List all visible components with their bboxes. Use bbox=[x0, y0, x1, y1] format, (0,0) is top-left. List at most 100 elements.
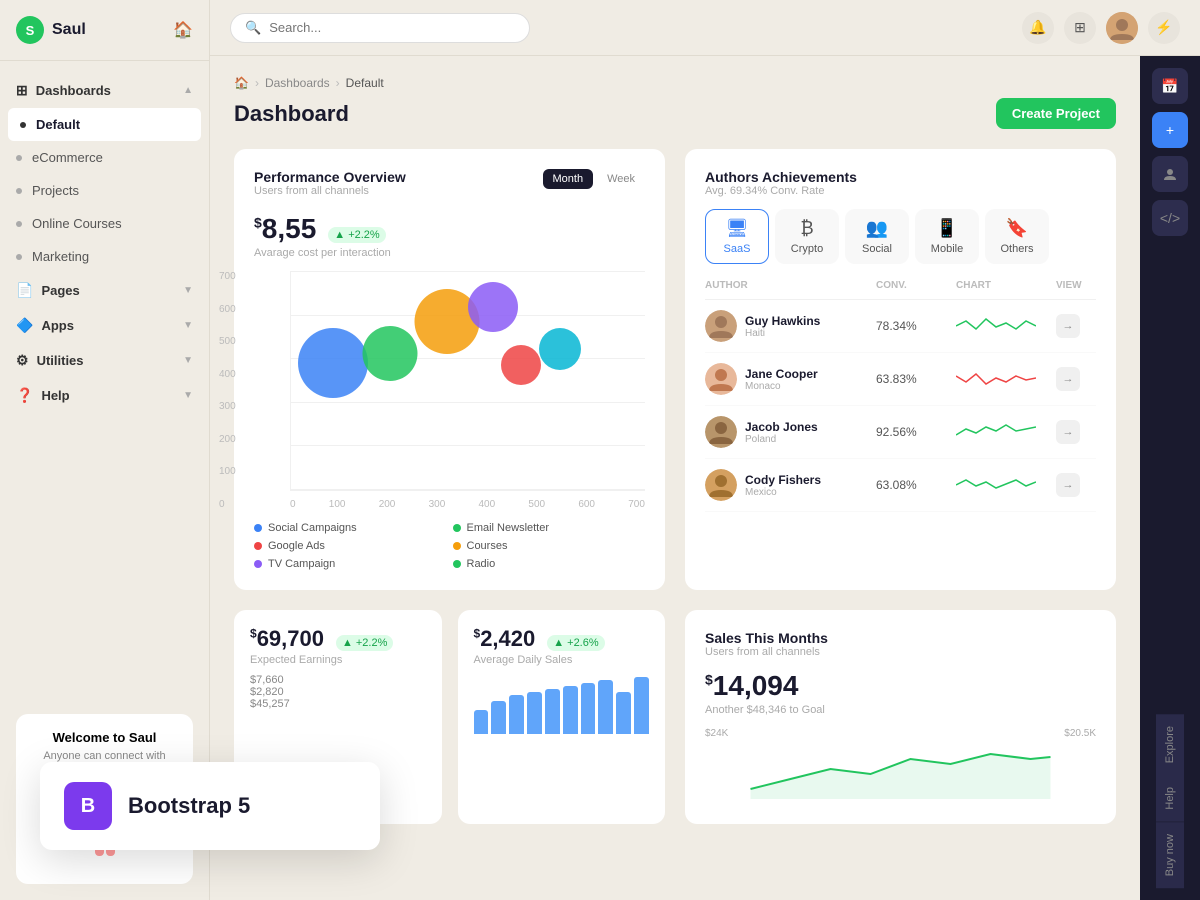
apps-chevron: ▼ bbox=[183, 320, 193, 331]
legend-courses: Courses bbox=[453, 540, 646, 552]
cat-tab-saas[interactable]: 🖥 SaaS bbox=[705, 209, 769, 264]
bootstrap-text: Bootstrap 5 bbox=[128, 793, 250, 819]
grid-icon[interactable]: ⊞ bbox=[1064, 12, 1096, 44]
help-icon: ❓ bbox=[16, 387, 33, 404]
table-header: AUTHOR CONV. CHART VIEW bbox=[705, 280, 1096, 300]
bubble-chart bbox=[290, 271, 645, 491]
sales-symbol: $ bbox=[705, 672, 713, 688]
calendar-btn[interactable]: 📅 bbox=[1152, 68, 1188, 104]
view-btn-cody[interactable]: → bbox=[1056, 473, 1080, 497]
search-input[interactable] bbox=[269, 20, 515, 35]
utilities-label: Utilities bbox=[37, 353, 184, 368]
add-btn[interactable]: + bbox=[1152, 112, 1188, 148]
sidebar-item-ecommerce[interactable]: eCommerce bbox=[0, 141, 209, 174]
topbar: 🔍 🔔 ⊞ ⚡ bbox=[210, 0, 1200, 56]
author-details-jane: Jane Cooper Monaco bbox=[745, 367, 818, 392]
cat-tab-others[interactable]: 🔖 Others bbox=[985, 209, 1049, 264]
dot-online-courses bbox=[16, 221, 22, 227]
legend-social: Social Campaigns bbox=[254, 522, 447, 534]
bubble-email bbox=[363, 326, 418, 381]
legend-google: Google Ads bbox=[254, 540, 447, 552]
bar-4 bbox=[527, 692, 542, 734]
sidebar-item-default[interactable]: Default bbox=[8, 108, 201, 141]
breadcrumb-section[interactable]: Dashboards bbox=[265, 76, 330, 90]
performance-card: Performance Overview Users from all chan… bbox=[234, 149, 665, 590]
authors-subtitle: Avg. 69.34% Conv. Rate bbox=[705, 185, 1096, 197]
sidebar-item-projects[interactable]: Projects bbox=[0, 174, 209, 207]
view-btn-jacob[interactable]: → bbox=[1056, 420, 1080, 444]
side-labels: Explore Help Buy now bbox=[1156, 714, 1184, 888]
crypto-icon: ₿ bbox=[800, 218, 813, 239]
avatar[interactable] bbox=[1106, 12, 1138, 44]
breadcrumb: 🏠 › Dashboards › Default bbox=[234, 76, 1116, 90]
settings-icon[interactable]: ⚡ bbox=[1148, 12, 1180, 44]
logo: S Saul 🏠 bbox=[0, 0, 209, 61]
sidebar-item-help[interactable]: ❓ Help ▼ bbox=[0, 378, 209, 413]
breadcrumb-home[interactable]: 🏠 bbox=[234, 76, 249, 90]
buy-now-label[interactable]: Buy now bbox=[1156, 822, 1184, 888]
create-project-button[interactable]: Create Project bbox=[996, 98, 1116, 129]
period-week-tab[interactable]: Week bbox=[597, 169, 645, 189]
cat-tab-crypto[interactable]: ₿ Crypto bbox=[775, 209, 839, 264]
app-name: Saul bbox=[52, 21, 86, 39]
crypto-label: Crypto bbox=[791, 243, 823, 255]
bar-8 bbox=[598, 680, 613, 734]
daily-sales-card: $2,420 ▲ +2.6% Average Daily Sales bbox=[458, 610, 666, 824]
earnings-badge-value: +2.2% bbox=[356, 637, 388, 649]
logo-back-icon[interactable]: 🏠 bbox=[173, 20, 193, 40]
conv-guy: 78.34% bbox=[876, 319, 956, 333]
legend-label-tv: TV Campaign bbox=[268, 558, 335, 570]
avatar-jacob bbox=[705, 416, 737, 448]
author-location-jane: Monaco bbox=[745, 381, 818, 392]
sales-goal: Another $48,346 to Goal bbox=[705, 704, 1096, 716]
dot-projects bbox=[16, 188, 22, 194]
notification-icon[interactable]: 🔔 bbox=[1022, 12, 1054, 44]
sidebar-item-apps[interactable]: 🔷 Apps ▼ bbox=[0, 308, 209, 343]
code-btn[interactable]: </> bbox=[1152, 200, 1188, 236]
search-box[interactable]: 🔍 bbox=[230, 13, 530, 43]
mini-bar-chart bbox=[474, 674, 650, 734]
earnings-badge-arrow: ▲ bbox=[342, 637, 353, 649]
sidebar-item-dashboards[interactable]: ⊞ Dashboards ▲ bbox=[0, 73, 209, 108]
sidebar-item-pages[interactable]: 📄 Pages ▼ bbox=[0, 273, 209, 308]
cat-tab-social[interactable]: 👥 Social bbox=[845, 209, 909, 264]
metric-label: Avarage cost per interaction bbox=[254, 247, 645, 259]
user-btn[interactable] bbox=[1152, 156, 1188, 192]
legend-label-radio: Radio bbox=[467, 558, 496, 570]
view-btn-jane[interactable]: → bbox=[1056, 367, 1080, 391]
author-row-guy: Guy Hawkins Haiti 78.34% → bbox=[705, 300, 1096, 353]
page-header: Dashboard Create Project bbox=[234, 98, 1116, 129]
dashboard-grid: Performance Overview Users from all chan… bbox=[234, 149, 1116, 824]
mobile-label: Mobile bbox=[931, 243, 963, 255]
welcome-title: Welcome to Saul bbox=[32, 730, 177, 745]
pages-icon: 📄 bbox=[16, 282, 33, 299]
author-info-cody: Cody Fishers Mexico bbox=[705, 469, 876, 501]
conv-cody: 63.08% bbox=[876, 478, 956, 492]
mobile-icon: 📱 bbox=[936, 218, 958, 239]
authors-card: Authors Achievements Avg. 69.34% Conv. R… bbox=[685, 149, 1116, 590]
daily-sales-value: $2,420 bbox=[474, 626, 536, 652]
col-conv: CONV. bbox=[876, 280, 956, 291]
sales-card: Sales This Months Users from all channel… bbox=[685, 610, 1116, 824]
sidebar-item-utilities[interactable]: ⚙ Utilities ▼ bbox=[0, 343, 209, 378]
explore-label[interactable]: Explore bbox=[1156, 714, 1184, 775]
legend-dot-tv bbox=[254, 560, 262, 568]
sidebar-item-online-courses[interactable]: Online Courses bbox=[0, 207, 209, 240]
daily-sales-badge-value: +2.6% bbox=[567, 637, 599, 649]
bar-2 bbox=[491, 701, 506, 734]
avatar-cody bbox=[705, 469, 737, 501]
cat-tab-mobile[interactable]: 📱 Mobile bbox=[915, 209, 979, 264]
help-side-label[interactable]: Help bbox=[1156, 775, 1184, 822]
legend-dot-courses bbox=[453, 542, 461, 550]
bar-1 bbox=[474, 710, 489, 734]
others-icon: 🔖 bbox=[1006, 218, 1028, 239]
author-details-jacob: Jacob Jones Poland bbox=[745, 420, 818, 445]
sidebar-item-marketing[interactable]: Marketing bbox=[0, 240, 209, 273]
saas-label: SaaS bbox=[724, 243, 751, 255]
author-details-cody: Cody Fishers Mexico bbox=[745, 473, 821, 498]
dot-ecommerce bbox=[16, 155, 22, 161]
chart-x-labels: 0 100 200 300 400 500 600 700 bbox=[290, 499, 645, 510]
view-btn-guy[interactable]: → bbox=[1056, 314, 1080, 338]
perf-subtitle: Users from all channels bbox=[254, 185, 406, 197]
period-month-tab[interactable]: Month bbox=[543, 169, 594, 189]
